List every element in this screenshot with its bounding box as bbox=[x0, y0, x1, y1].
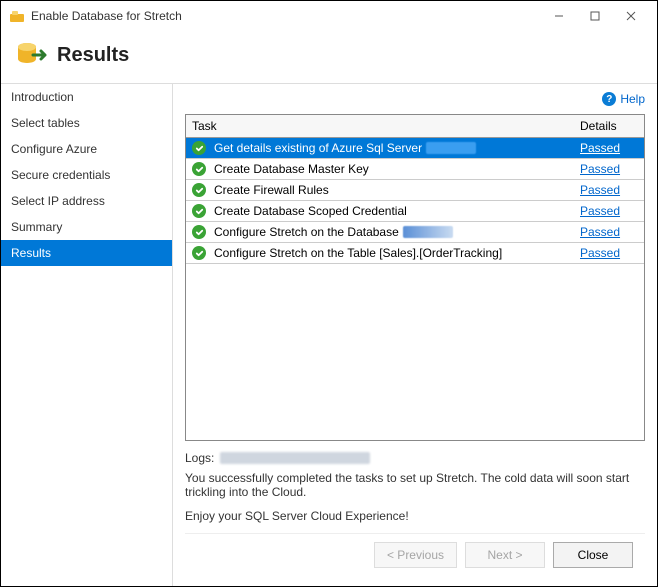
details-link[interactable]: Passed bbox=[580, 162, 620, 176]
database-stretch-icon bbox=[15, 39, 47, 71]
sidebar-item-label: Secure credentials bbox=[11, 168, 110, 182]
check-circle-icon bbox=[192, 141, 206, 155]
details-cell: Passed bbox=[574, 222, 644, 243]
page-header: Results bbox=[1, 31, 657, 84]
task-text: Configure Stretch on the Database bbox=[214, 225, 399, 239]
results-grid: Task Details Get details existing of Azu… bbox=[185, 114, 645, 441]
sidebar: Introduction Select tables Configure Azu… bbox=[1, 84, 173, 586]
table-row[interactable]: Configure Stretch on the Table [Sales].[… bbox=[186, 243, 644, 264]
sidebar-item-label: Configure Azure bbox=[11, 142, 97, 156]
sidebar-item-introduction[interactable]: Introduction bbox=[1, 84, 172, 110]
success-message-1: You successfully completed the tasks to … bbox=[185, 471, 645, 499]
details-link[interactable]: Passed bbox=[580, 225, 620, 239]
sidebar-item-label: Results bbox=[11, 246, 51, 260]
task-text: Get details existing of Azure Sql Server bbox=[214, 141, 422, 155]
main-panel: ? Help Task Details Get details existing… bbox=[173, 84, 657, 586]
page-title: Results bbox=[57, 44, 129, 67]
task-text: Create Firewall Rules bbox=[214, 183, 329, 197]
help-row: ? Help bbox=[185, 92, 645, 106]
window-title: Enable Database for Stretch bbox=[31, 9, 541, 23]
sidebar-item-label: Introduction bbox=[11, 90, 74, 104]
logs-line: Logs: bbox=[185, 451, 645, 465]
check-circle-icon bbox=[192, 204, 206, 218]
sidebar-item-configure-azure[interactable]: Configure Azure bbox=[1, 136, 172, 162]
task-cell: Create Database Scoped Credential bbox=[186, 201, 574, 222]
sidebar-item-results[interactable]: Results bbox=[1, 240, 172, 266]
success-message-2: Enjoy your SQL Server Cloud Experience! bbox=[185, 509, 645, 523]
redacted-text bbox=[403, 226, 453, 238]
details-link[interactable]: Passed bbox=[580, 246, 620, 260]
column-header-details[interactable]: Details bbox=[574, 115, 644, 138]
table-row[interactable]: Create Firewall Rules Passed bbox=[186, 180, 644, 201]
results-table: Task Details Get details existing of Azu… bbox=[186, 115, 644, 264]
table-row[interactable]: Get details existing of Azure Sql Server… bbox=[186, 138, 644, 159]
sidebar-item-label: Summary bbox=[11, 220, 62, 234]
table-row[interactable]: Create Database Master Key Passed bbox=[186, 159, 644, 180]
task-text: Create Database Scoped Credential bbox=[214, 204, 407, 218]
task-cell: Configure Stretch on the Database bbox=[186, 222, 574, 243]
check-circle-icon bbox=[192, 162, 206, 176]
logs-area: Logs: You successfully completed the tas… bbox=[185, 451, 645, 533]
task-cell: Create Database Master Key bbox=[186, 159, 574, 180]
redacted-text bbox=[426, 142, 476, 154]
task-cell: Get details existing of Azure Sql Server bbox=[186, 138, 574, 159]
titlebar: Enable Database for Stretch bbox=[1, 1, 657, 31]
table-row[interactable]: Create Database Scoped Credential Passed bbox=[186, 201, 644, 222]
details-link[interactable]: Passed bbox=[580, 183, 620, 197]
maximize-button[interactable] bbox=[577, 2, 613, 30]
logs-path-redacted bbox=[220, 452, 370, 464]
check-circle-icon bbox=[192, 183, 206, 197]
next-button: Next > bbox=[465, 542, 545, 568]
task-cell: Configure Stretch on the Table [Sales].[… bbox=[186, 243, 574, 264]
task-text: Configure Stretch on the Table [Sales].[… bbox=[214, 246, 502, 260]
table-row[interactable]: Configure Stretch on the Database Passed bbox=[186, 222, 644, 243]
footer: < Previous Next > Close bbox=[185, 533, 645, 576]
sidebar-item-label: Select IP address bbox=[11, 194, 105, 208]
details-link[interactable]: Passed bbox=[580, 141, 620, 155]
minimize-button[interactable] bbox=[541, 2, 577, 30]
sidebar-item-secure-credentials[interactable]: Secure credentials bbox=[1, 162, 172, 188]
body: Introduction Select tables Configure Azu… bbox=[1, 84, 657, 586]
sidebar-item-select-ip-address[interactable]: Select IP address bbox=[1, 188, 172, 214]
sidebar-item-summary[interactable]: Summary bbox=[1, 214, 172, 240]
close-button[interactable]: Close bbox=[553, 542, 633, 568]
details-cell: Passed bbox=[574, 180, 644, 201]
help-icon: ? bbox=[602, 92, 616, 106]
details-cell: Passed bbox=[574, 138, 644, 159]
logs-label: Logs: bbox=[185, 451, 214, 465]
help-link[interactable]: ? Help bbox=[602, 92, 645, 106]
details-cell: Passed bbox=[574, 201, 644, 222]
help-label: Help bbox=[620, 92, 645, 106]
close-window-button[interactable] bbox=[613, 2, 649, 30]
app-icon bbox=[9, 8, 25, 24]
check-circle-icon bbox=[192, 225, 206, 239]
task-cell: Create Firewall Rules bbox=[186, 180, 574, 201]
sidebar-item-select-tables[interactable]: Select tables bbox=[1, 110, 172, 136]
column-header-task[interactable]: Task bbox=[186, 115, 574, 138]
window: Enable Database for Stretch Results Intr… bbox=[0, 0, 658, 587]
check-circle-icon bbox=[192, 246, 206, 260]
task-text: Create Database Master Key bbox=[214, 162, 369, 176]
details-cell: Passed bbox=[574, 159, 644, 180]
previous-button: < Previous bbox=[374, 542, 457, 568]
details-cell: Passed bbox=[574, 243, 644, 264]
details-link[interactable]: Passed bbox=[580, 204, 620, 218]
sidebar-item-label: Select tables bbox=[11, 116, 80, 130]
